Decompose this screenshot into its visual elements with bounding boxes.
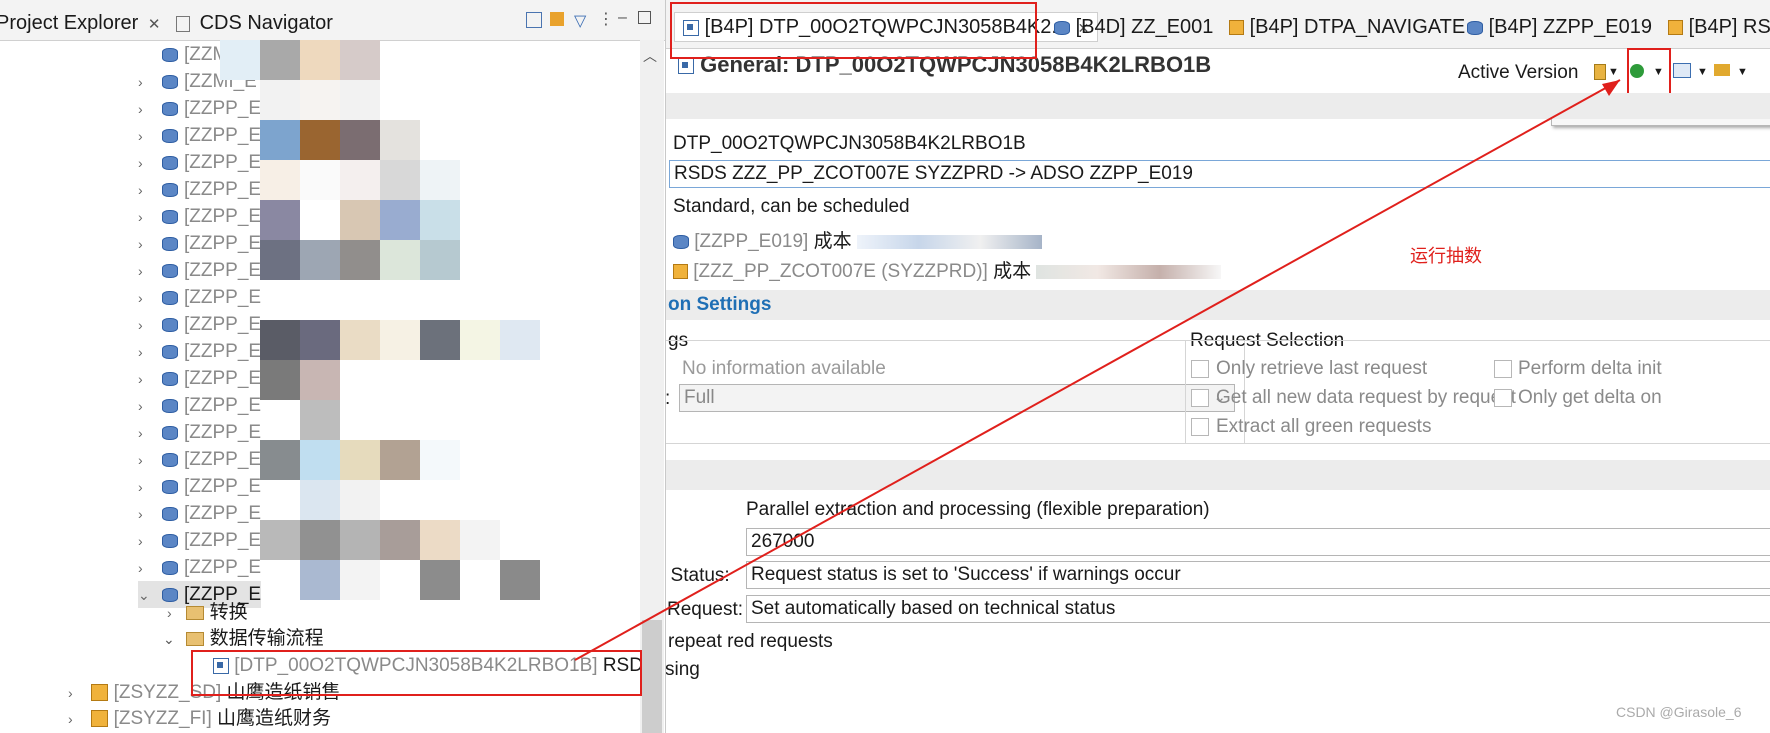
- annotation-arrow: [574, 79, 1621, 661]
- arrow-line: [574, 79, 1621, 661]
- arrow-head: [1602, 80, 1620, 96]
